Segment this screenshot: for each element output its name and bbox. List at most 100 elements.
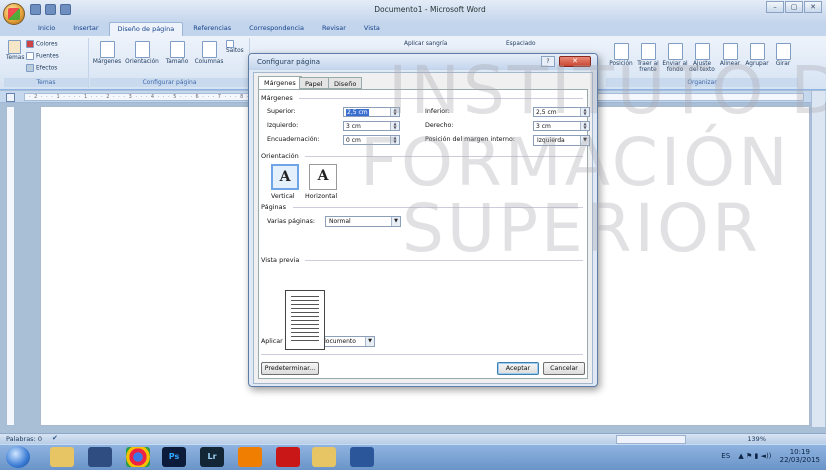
status-bar: Palabras: 0 ✔ 139%: [0, 433, 826, 444]
dialog-tab-margenes[interactable]: Márgenes: [258, 76, 302, 90]
encuadernacion-label: Encuadernación:: [267, 136, 320, 143]
varias-paginas-label: Varias páginas:: [267, 218, 316, 225]
maximize-button[interactable]: ▢: [785, 1, 803, 13]
tamano-button[interactable]: Tamaño: [162, 41, 192, 65]
colores-button[interactable]: Colores: [26, 40, 58, 48]
proofing-icon[interactable]: ✔: [52, 434, 58, 442]
undo-icon[interactable]: [45, 4, 56, 15]
aceptar-button[interactable]: Aceptar: [497, 362, 539, 375]
group-label-temas: Temas: [4, 78, 88, 87]
spinner-arrows-icon[interactable]: ▲ ▼: [390, 122, 399, 130]
orientacion-button[interactable]: Orientación: [124, 41, 160, 65]
breaks-icon: [226, 40, 234, 48]
dialog-tab-papel[interactable]: Papel: [299, 77, 329, 89]
tab-inicio[interactable]: Inicio: [30, 22, 63, 36]
media-icon[interactable]: [88, 447, 112, 467]
traer-frente-button[interactable]: Traer al frente: [635, 43, 661, 73]
temas-button[interactable]: Temas: [6, 40, 24, 61]
ruler-toggle-button[interactable]: [6, 93, 15, 102]
page-setup-dialog: Configurar página ? ✕ Márgenes Papel Dis…: [248, 53, 598, 387]
dialog-tab-diseno[interactable]: Diseño: [328, 77, 363, 89]
enviar-fondo-button[interactable]: Enviar al fondo: [662, 43, 688, 73]
zoom-level[interactable]: 139%: [747, 435, 766, 443]
columns-icon: [201, 41, 217, 58]
orientation-icon: [134, 41, 150, 58]
derecho-label: Derecho:: [425, 122, 454, 129]
spinner-arrows-icon[interactable]: ▲ ▼: [580, 122, 589, 130]
encuadernacion-field[interactable]: 0 cm ▲ ▼: [343, 135, 400, 145]
spinner-arrows-icon[interactable]: ▲ ▼: [580, 108, 589, 116]
varias-paginas-select[interactable]: Normal ▼: [325, 216, 401, 227]
redo-icon[interactable]: [60, 4, 71, 15]
position-icon: [613, 43, 629, 60]
predeterminar-button[interactable]: Predeterminar...: [261, 362, 319, 375]
minimize-button[interactable]: –: [766, 1, 784, 13]
izquierdo-field[interactable]: 3 cm ▲ ▼: [343, 121, 400, 131]
agrupar-button[interactable]: Agrupar: [744, 43, 770, 67]
language-indicator[interactable]: ES: [721, 452, 730, 460]
tab-referencias[interactable]: Referencias: [185, 22, 239, 36]
save-icon[interactable]: [30, 4, 41, 15]
agrupar-label: Agrupar: [745, 61, 769, 67]
word-count[interactable]: Palabras: 0: [6, 435, 42, 443]
girar-button[interactable]: Girar: [772, 43, 794, 67]
tab-insertar[interactable]: Insertar: [65, 22, 106, 36]
group-configurar-pagina: Márgenes Orientación Tamaño Columnas Sal…: [90, 38, 250, 88]
vertical-scrollbar[interactable]: [811, 91, 825, 427]
help-button[interactable]: ?: [541, 56, 555, 67]
superior-field[interactable]: 2,5 cm ▲ ▼: [343, 107, 400, 117]
inferior-field[interactable]: 2,5 cm ▲ ▼: [533, 107, 590, 117]
saltos-button[interactable]: Saltos: [226, 40, 249, 54]
section-vista-previa: Vista previa: [261, 256, 300, 264]
window-controls: – ▢ ✕: [766, 1, 822, 13]
section-margenes: Márgenes: [261, 94, 293, 102]
tab-vista[interactable]: Vista: [356, 22, 388, 36]
tab-revisar[interactable]: Revisar: [314, 22, 354, 36]
preview-page-thumbnail: [285, 290, 325, 350]
bring-front-icon: [640, 43, 656, 60]
clock-time: 10:19: [789, 448, 810, 456]
lightroom-icon[interactable]: Lr: [200, 447, 224, 467]
spinner-arrows-icon[interactable]: ▲ ▼: [390, 136, 399, 144]
posicion-button[interactable]: Posición: [608, 43, 634, 67]
folder-icon[interactable]: [50, 447, 74, 467]
chrome-icon[interactable]: [126, 447, 150, 467]
varias-paginas-value: Normal: [329, 218, 351, 225]
effects-icon: [26, 64, 34, 72]
posicion-margen-select[interactable]: Izquierda ▼: [533, 135, 590, 146]
dialog-title-bar[interactable]: Configurar página ? ✕: [249, 54, 597, 70]
tab-correspondencia[interactable]: Correspondencia: [241, 22, 312, 36]
clock[interactable]: 10:19 22/03/2015: [780, 448, 820, 464]
start-button[interactable]: [6, 446, 30, 468]
close-window-button[interactable]: ✕: [804, 1, 822, 13]
izquierdo-label: Izquierdo:: [267, 122, 299, 129]
derecho-field[interactable]: 3 cm ▲ ▼: [533, 121, 590, 131]
office-button[interactable]: [3, 3, 25, 25]
group-icon: [749, 43, 765, 60]
group-organizar: Posición Traer al frente Enviar al fondo…: [606, 38, 798, 88]
fuentes-button[interactable]: Fuentes: [26, 52, 59, 60]
view-buttons[interactable]: [616, 435, 686, 444]
vertical-ruler[interactable]: [6, 106, 15, 426]
pdf-icon[interactable]: [276, 447, 300, 467]
efectos-button[interactable]: Efectos: [26, 64, 57, 72]
dialog-close-button[interactable]: ✕: [559, 56, 591, 67]
margenes-button[interactable]: Márgenes: [92, 41, 122, 65]
horizontal-label: Horizontal: [305, 193, 338, 200]
vertical-label: Vertical: [271, 193, 295, 200]
cancelar-button[interactable]: Cancelar: [543, 362, 585, 375]
spinner-arrows-icon[interactable]: ▲ ▼: [390, 108, 399, 116]
vlc-icon[interactable]: [238, 447, 262, 467]
alinear-button[interactable]: Alinear: [718, 43, 742, 67]
word-icon[interactable]: [350, 447, 374, 467]
posicion-margen-value: Izquierda: [537, 137, 565, 144]
horizontal-orientation-button[interactable]: A: [309, 164, 337, 190]
tab-diseno-pagina[interactable]: Diseño de página: [108, 22, 184, 36]
photoshop-icon[interactable]: Ps: [162, 447, 186, 467]
ajuste-texto-button[interactable]: Ajuste del texto: [689, 43, 715, 73]
columnas-button[interactable]: Columnas: [194, 41, 224, 65]
izquierdo-value: 3 cm: [346, 123, 361, 130]
shield-icon[interactable]: [312, 447, 336, 467]
vertical-orientation-button[interactable]: A: [271, 164, 299, 190]
tray-icons[interactable]: ▲ ⚑ ▮ ◄)): [738, 452, 771, 460]
